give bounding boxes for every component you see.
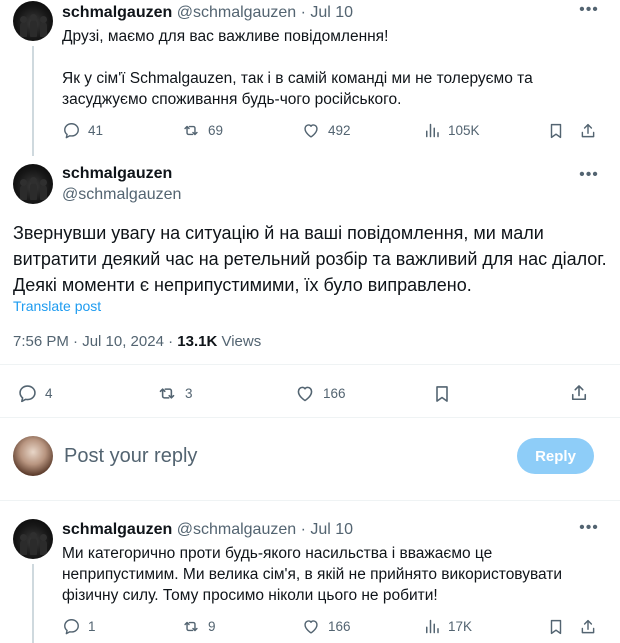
repost-icon bbox=[184, 621, 198, 632]
tweet1-repost-count: 69 bbox=[208, 123, 224, 138]
tweet1-like-count: 492 bbox=[328, 123, 351, 138]
avatar-figure bbox=[20, 16, 27, 37]
avatar-figure bbox=[40, 534, 47, 555]
main-tweet-text: Звернувши увагу на ситуацію й на ваші по… bbox=[13, 220, 613, 298]
thread-line bbox=[32, 564, 34, 643]
tweet3-like-count: 166 bbox=[328, 619, 351, 634]
views-icon bbox=[426, 123, 439, 138]
tweet1-date[interactable]: · Jul 10 bbox=[301, 4, 353, 21]
like-icon bbox=[297, 386, 313, 402]
share-icon bbox=[581, 123, 595, 138]
tweet1-text-line: Як у сім'ї Schmalgauzen, так і в самій к… bbox=[62, 70, 533, 87]
more-icon[interactable]: ••• bbox=[578, 167, 600, 187]
tweet1-like-button[interactable]: 492 bbox=[301, 121, 351, 140]
tweet1-views-count: 105K bbox=[448, 123, 480, 138]
tweet3-author-handle[interactable]: @schmalgauzen bbox=[177, 521, 296, 538]
bookmark-icon bbox=[550, 123, 562, 139]
tweet3-like-button[interactable]: 166 bbox=[301, 617, 351, 636]
main-tweet-views-label: Views bbox=[217, 333, 262, 350]
repost-icon bbox=[184, 125, 198, 136]
bookmark-icon bbox=[436, 386, 448, 402]
tweet1-avatar[interactable] bbox=[13, 1, 53, 41]
tweet1-reply-button[interactable]: 41 bbox=[62, 121, 103, 140]
tweet3-repost-count: 9 bbox=[208, 619, 216, 634]
more-icon[interactable]: ••• bbox=[578, 2, 600, 22]
divider bbox=[0, 500, 620, 501]
main-tweet-like-count: 166 bbox=[323, 386, 346, 401]
main-tweet-text-line: витратити деякий час на ретельний розбір… bbox=[13, 249, 607, 269]
translate-post-link[interactable]: Translate post bbox=[13, 298, 101, 314]
tweet3-reply-button[interactable]: 1 bbox=[62, 617, 96, 636]
tweet3-text-line: неприпустимим. Ми велика сім'я, в якій н… bbox=[62, 566, 563, 583]
tweet3-text: Ми категорично проти будь-якого насильст… bbox=[62, 543, 607, 606]
share-icon bbox=[581, 619, 595, 634]
avatar-figure bbox=[30, 532, 37, 555]
like-icon bbox=[304, 620, 318, 634]
reply-icon bbox=[19, 385, 36, 403]
reply-button[interactable]: Reply bbox=[517, 438, 594, 474]
tweet3-share-button[interactable] bbox=[579, 617, 597, 637]
tweet1-author-handle[interactable]: @schmalgauzen bbox=[177, 4, 296, 21]
main-tweet-share-button[interactable] bbox=[569, 382, 589, 404]
tweet3-author-name[interactable]: schmalgauzen bbox=[62, 521, 172, 538]
share-icon bbox=[571, 385, 587, 401]
tweet1-share-button[interactable] bbox=[579, 121, 597, 141]
avatar-figure bbox=[20, 534, 27, 555]
divider bbox=[0, 417, 620, 418]
main-tweet-reply-count: 4 bbox=[45, 386, 53, 401]
current-user-avatar[interactable] bbox=[13, 436, 53, 476]
main-tweet-reply-button[interactable]: 4 bbox=[17, 383, 53, 404]
avatar-figure bbox=[40, 179, 47, 200]
tweet1-text: Друзі, маємо для вас важливе повідомленн… bbox=[62, 26, 602, 110]
main-tweet-author-handle[interactable]: @schmalgauzen bbox=[62, 186, 181, 204]
main-tweet-avatar[interactable] bbox=[13, 164, 53, 204]
avatar-figure bbox=[20, 179, 27, 200]
tweet3-views-button[interactable]: 17K bbox=[423, 617, 472, 636]
main-tweet-text-line: Звернувши увагу на ситуацію й на ваші по… bbox=[13, 223, 544, 243]
tweet3-bookmark-button[interactable] bbox=[547, 617, 565, 637]
tweet1-views-button[interactable]: 105K bbox=[423, 121, 480, 140]
tweet3-date[interactable]: · Jul 10 bbox=[301, 521, 353, 538]
tweet1-repost-button[interactable]: 69 bbox=[181, 121, 223, 140]
repost-icon bbox=[159, 388, 175, 399]
views-icon bbox=[426, 619, 439, 634]
tweet1-author-name[interactable]: schmalgauzen bbox=[62, 4, 172, 21]
tweet1-text-line: засуджуємо споживання будь-чого російськ… bbox=[62, 91, 402, 108]
thread-line bbox=[32, 46, 34, 156]
main-tweet-meta: 7:56 PM · Jul 10, 2024 · 13.1K Views bbox=[13, 333, 261, 350]
main-tweet-bookmark-button[interactable] bbox=[432, 383, 452, 405]
tweet1-bookmark-button[interactable] bbox=[547, 121, 565, 141]
reply-icon bbox=[64, 619, 79, 635]
tweet3-repost-button[interactable]: 9 bbox=[181, 617, 216, 636]
tweet1-spacer bbox=[62, 47, 602, 68]
main-tweet-like-button[interactable]: 166 bbox=[294, 383, 346, 404]
tweet1-header: schmalgauzen @schmalgauzen · Jul 10 bbox=[62, 4, 353, 22]
main-tweet-text-line: Деякі моменти є неприпустимими, їх було … bbox=[13, 275, 472, 295]
bookmark-icon bbox=[550, 619, 562, 635]
reply-icon bbox=[64, 123, 79, 139]
tweet1-text-line: Друзі, маємо для вас важливе повідомленн… bbox=[62, 28, 389, 45]
reply-input[interactable]: Post your reply bbox=[64, 445, 197, 468]
main-tweet-views-count: 13.1K bbox=[177, 333, 218, 350]
x-thread-page: schmalgauzen @schmalgauzen · Jul 10 ••• … bbox=[0, 0, 620, 643]
avatar-figure bbox=[30, 177, 37, 200]
divider bbox=[0, 364, 620, 365]
tweet3-text-line: Ми категорично проти будь-якого насильст… bbox=[62, 545, 493, 562]
tweet3-text-line: фізичну силу. Тому просимо ніколи цього … bbox=[62, 587, 438, 604]
more-icon[interactable]: ••• bbox=[578, 520, 600, 540]
tweet1-reply-count: 41 bbox=[88, 123, 104, 138]
main-tweet-repost-count: 3 bbox=[185, 386, 193, 401]
main-tweet-timestamp[interactable]: 7:56 PM · Jul 10, 2024 · bbox=[13, 333, 177, 350]
main-tweet-author-name[interactable]: schmalgauzen bbox=[62, 165, 172, 183]
tweet3-header: schmalgauzen @schmalgauzen · Jul 10 bbox=[62, 521, 353, 539]
tweet3-avatar[interactable] bbox=[13, 519, 53, 559]
main-tweet-repost-button[interactable]: 3 bbox=[156, 383, 193, 404]
avatar-figure bbox=[30, 14, 37, 37]
tweet3-views-count: 17K bbox=[448, 619, 473, 634]
tweet3-reply-count: 1 bbox=[88, 619, 96, 634]
avatar-figure bbox=[40, 16, 47, 37]
like-icon bbox=[304, 124, 318, 138]
